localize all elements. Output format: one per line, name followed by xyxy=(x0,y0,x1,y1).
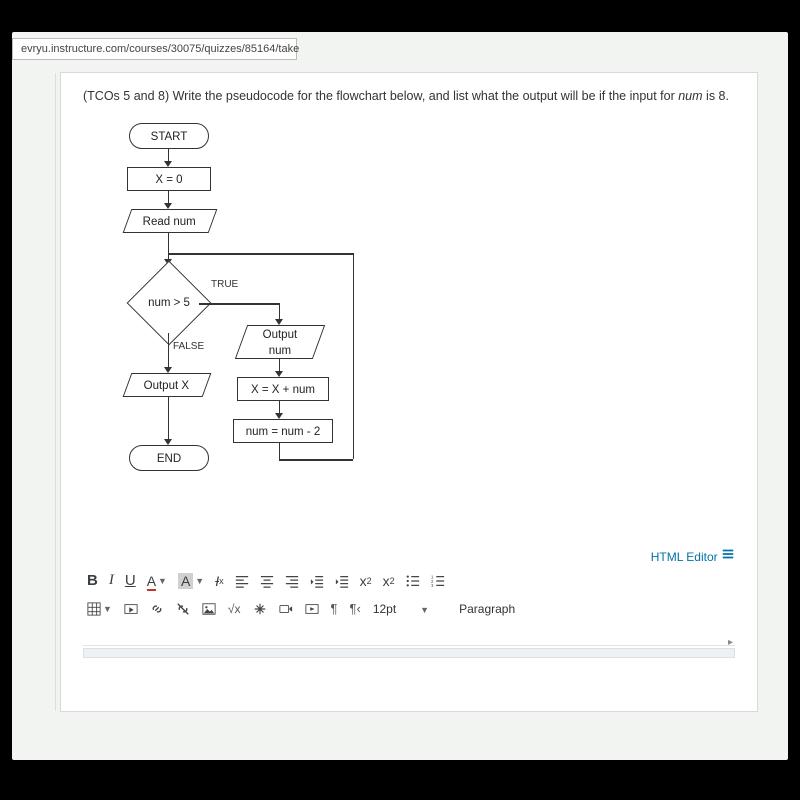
equation-button[interactable]: √x xyxy=(228,602,241,616)
decision-false-label: FALSE xyxy=(173,341,204,352)
outdent-button[interactable] xyxy=(310,574,324,588)
arrow xyxy=(168,253,353,254)
editor-toolbar-2: ▼ √x ¶ ¶‹ 12pt▼ Paragraph xyxy=(83,597,735,624)
question-text: (TCOs 5 and 8) Write the pseudocode for … xyxy=(83,87,735,105)
flow-init: X = 0 xyxy=(127,167,211,191)
quiz-question-card: (TCOs 5 and 8) Write the pseudocode for … xyxy=(60,72,758,712)
flowchart: START X = 0 Read num num > 5 TRUE FALSE xyxy=(83,123,403,533)
question-prefix: (TCOs 5 and 8) Write the pseudocode for … xyxy=(83,89,678,103)
indent-button[interactable] xyxy=(335,574,349,588)
code-icon xyxy=(721,547,735,561)
link-button[interactable] xyxy=(150,602,164,616)
editor-toolbar: B I U A▼ A▼ Ix x2 x2 123 xyxy=(83,564,735,597)
insert-symbol-button[interactable] xyxy=(253,602,267,616)
question-suffix: is 8. xyxy=(706,89,729,103)
bullet-list-button[interactable] xyxy=(406,574,420,588)
arrow xyxy=(168,333,169,369)
html-editor-link[interactable]: HTML Editor xyxy=(651,550,735,564)
question-variable: num xyxy=(678,89,702,103)
align-center-button[interactable] xyxy=(260,574,274,588)
font-size-select[interactable]: 12pt▼ xyxy=(373,602,429,616)
unlink-button[interactable] xyxy=(176,602,190,616)
arrow xyxy=(279,459,353,460)
table-button[interactable]: ▼ xyxy=(87,602,112,616)
flow-output-x: Output X xyxy=(123,373,212,397)
bold-button[interactable]: B xyxy=(87,572,98,589)
flow-accumulate: X = X + num xyxy=(237,377,329,401)
editor-scrollbar[interactable] xyxy=(83,648,735,658)
flow-start: START xyxy=(129,123,209,149)
insert-media-button[interactable] xyxy=(124,602,138,616)
align-right-button[interactable] xyxy=(285,574,299,588)
arrow xyxy=(279,443,280,459)
record-button[interactable] xyxy=(279,602,293,616)
bg-color-button[interactable]: A▼ xyxy=(178,573,204,589)
arrow xyxy=(168,397,169,441)
gutter-line xyxy=(55,73,56,711)
image-button[interactable] xyxy=(202,602,216,616)
superscript-button[interactable]: x2 xyxy=(360,573,372,589)
arrow xyxy=(168,233,169,261)
paragraph-format-select[interactable]: Paragraph xyxy=(459,602,515,616)
arrow xyxy=(199,303,279,304)
flow-decrement: num = num - 2 xyxy=(233,419,333,443)
screen: evryu.instructure.com/courses/30075/quiz… xyxy=(12,32,788,760)
italic-button[interactable]: I xyxy=(109,572,114,589)
laptop-frame: evryu.instructure.com/courses/30075/quiz… xyxy=(0,0,800,800)
rtl-button[interactable]: ¶‹ xyxy=(350,601,361,616)
arrow xyxy=(353,253,354,459)
align-left-button[interactable] xyxy=(235,574,249,588)
flow-read: Read num xyxy=(123,209,218,233)
text-color-button[interactable]: A▼ xyxy=(147,573,167,589)
clear-format-button[interactable]: Ix xyxy=(215,573,223,589)
decision-true-label: TRUE xyxy=(211,279,238,290)
editor-header: HTML Editor xyxy=(83,547,735,564)
subscript-button[interactable]: x2 xyxy=(383,573,395,589)
embed-button[interactable] xyxy=(305,602,319,616)
editor-content-area[interactable] xyxy=(83,624,735,646)
svg-text:3: 3 xyxy=(431,583,434,588)
number-list-button[interactable]: 123 xyxy=(431,574,445,588)
ltr-button[interactable]: ¶ xyxy=(331,601,338,616)
underline-button[interactable]: U xyxy=(125,572,136,589)
address-bar[interactable]: evryu.instructure.com/courses/30075/quiz… xyxy=(12,38,297,60)
flow-output-num: Output num xyxy=(235,325,325,359)
flow-end: END xyxy=(129,445,209,471)
